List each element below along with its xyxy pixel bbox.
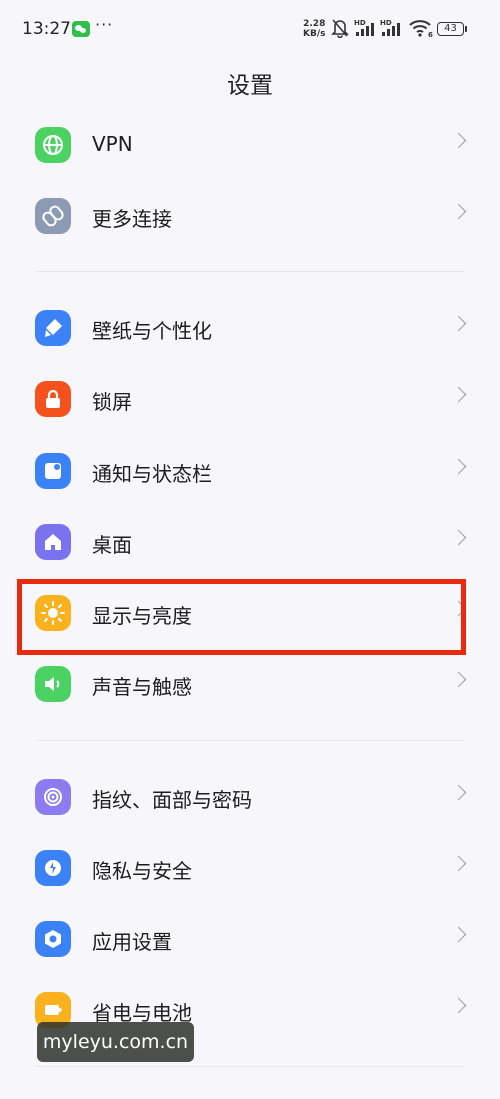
network-speed-value: 2.28 [303, 19, 326, 29]
settings-item-label: 隐私与安全 [92, 859, 192, 883]
settings-item-label: 更多连接 [92, 207, 172, 231]
section-divider [36, 1066, 464, 1067]
status-time: 13:27 [22, 19, 71, 39]
section-divider [36, 740, 464, 741]
speaker-icon [35, 666, 71, 702]
settings-item-wallpaper[interactable]: 壁纸与个性化 [0, 298, 500, 358]
chevron-right-icon [450, 671, 467, 688]
lock-icon [35, 381, 71, 417]
network-speed-unit: KB/s [303, 29, 326, 39]
settings-item-label: 应用设置 [92, 930, 172, 954]
settings-item-notifications[interactable]: 通知与状态栏 [0, 441, 500, 501]
signal-icon: HD [354, 19, 374, 36]
chevron-right-icon [450, 529, 467, 546]
signal-hd-label-2: HD [380, 19, 392, 27]
settings-item-more-connections[interactable]: 更多连接 [0, 186, 500, 246]
link-icon [35, 198, 71, 234]
settings-item-app-settings[interactable]: 应用设置 [0, 909, 500, 969]
wechat-icon [72, 21, 90, 37]
settings-item-label: 桌面 [92, 533, 132, 557]
highlight-box [17, 579, 466, 655]
notification-icon [35, 453, 71, 489]
wifi-icon: 6 [409, 20, 433, 38]
watermark: myleyu.com.cn [37, 1022, 194, 1062]
settings-item-label: 壁纸与个性化 [92, 319, 212, 343]
chevron-right-icon [450, 132, 467, 149]
settings-item-label: VPN [92, 132, 133, 156]
wifi-label: 6 [428, 31, 433, 38]
settings-item-fingerprint[interactable]: 指纹、面部与密码 [0, 767, 500, 827]
settings-item-vpn[interactable]: VPN [0, 115, 500, 175]
settings-item-label: 声音与触感 [92, 675, 192, 699]
battery-icon: 43 [437, 22, 467, 36]
chevron-right-icon [450, 203, 467, 220]
status-bar: 13:27 ··· 2.28 KB/s HD HD 6 43 [0, 0, 500, 58]
settings-item-privacy[interactable]: 隐私与安全 [0, 838, 500, 898]
brush-icon [35, 310, 71, 346]
dnd-bell-off-icon [331, 19, 349, 38]
signal-hd-label: HD [354, 19, 366, 27]
chevron-right-icon [450, 926, 467, 943]
settings-item-lock-screen[interactable]: 锁屏 [0, 369, 500, 429]
settings-item-label: 锁屏 [92, 390, 132, 414]
chevron-right-icon [450, 458, 467, 475]
settings-item-desktop[interactable]: 桌面 [0, 512, 500, 572]
network-speed: 2.28 KB/s [303, 19, 325, 39]
fingerprint-icon [35, 779, 71, 815]
chevron-right-icon [450, 855, 467, 872]
more-notifications-icon: ··· [95, 15, 114, 34]
chevron-right-icon [450, 784, 467, 801]
settings-item-sound[interactable]: 声音与触感 [0, 654, 500, 714]
settings-item-label: 指纹、面部与密码 [92, 788, 252, 812]
privacy-shield-icon [35, 850, 71, 886]
app-gear-icon [35, 921, 71, 957]
chevron-right-icon [450, 386, 467, 403]
settings-item-label: 通知与状态栏 [92, 462, 212, 486]
chevron-right-icon [450, 315, 467, 332]
globe-icon [35, 127, 71, 163]
section-divider [36, 271, 464, 272]
home-icon [35, 524, 71, 560]
chevron-right-icon [450, 997, 467, 1014]
signal-icon-2: HD [380, 19, 400, 36]
page-title: 设置 [227, 73, 273, 99]
